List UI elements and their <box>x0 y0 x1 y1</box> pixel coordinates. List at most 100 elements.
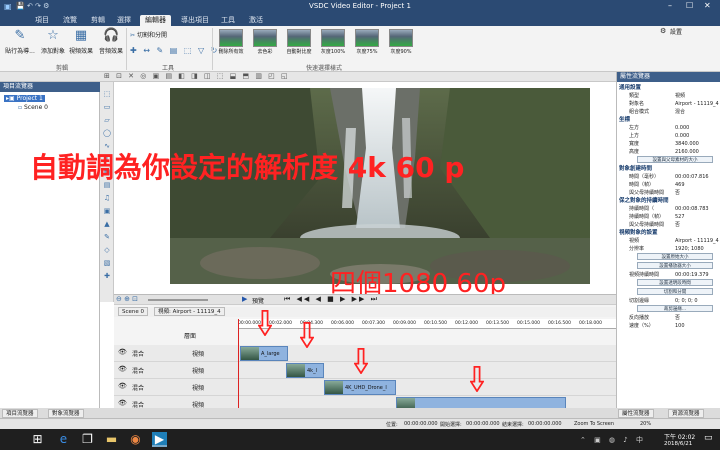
property-value[interactable]: Airport - 11119_4 <box>675 100 719 108</box>
tab-scene[interactable]: Scene 0 <box>118 307 149 316</box>
menu-item-4[interactable]: 編輯器 <box>140 15 171 26</box>
menu-item-3[interactable]: 選擇 <box>112 15 136 26</box>
time-ruler[interactable]: 00:00.000 00:02.000 00:04.300 00:06.000 00:0… <box>238 319 616 329</box>
zoom-icons[interactable]: ⊖ ⊕ ⊡ <box>116 295 138 303</box>
tab-resources[interactable]: 資源流覽器 <box>668 409 704 418</box>
property-row[interactable]: 視頻持續時間 00:00:19.379 <box>619 271 719 279</box>
property-row[interactable]: 與父母持續時間 否 <box>619 221 719 229</box>
property-value[interactable]: 混合 <box>675 108 685 116</box>
property-action-button[interactable]: 裁剪邊緣... <box>637 305 713 312</box>
visibility-eye-icon[interactable]: 👁 <box>118 348 127 356</box>
diamond-icon[interactable]: ◇ <box>103 246 111 254</box>
tool-icons-row[interactable]: ✚ ↔ ✎ ▤ ⬚ ▽ ↻ <box>130 46 219 55</box>
property-value[interactable]: 否 <box>675 189 680 197</box>
property-section-title[interactable]: 視頻對象的設置 <box>619 229 717 237</box>
property-value[interactable]: 100 <box>675 322 685 330</box>
property-value[interactable]: 527 <box>675 213 685 221</box>
maximize-icon[interactable]: ☐ <box>686 1 693 10</box>
playhead[interactable] <box>238 319 239 409</box>
zoom-mode[interactable]: Zoom To Screen <box>574 421 614 427</box>
visibility-eye-icon[interactable]: 👁 <box>118 382 127 390</box>
cut-split-button[interactable]: ✂ 切割和分開 <box>130 30 210 39</box>
property-value[interactable]: 00:00:07.816 <box>675 173 709 181</box>
quick-style-0[interactable]: 刪除所有效 <box>216 29 246 55</box>
quick-style-2[interactable]: 自動對比度 <box>284 29 314 55</box>
visibility-eye-icon[interactable]: 👁 <box>118 399 127 407</box>
rectangle-icon[interactable]: ▭ <box>103 103 111 111</box>
property-section-title[interactable]: 坐標 <box>619 116 717 124</box>
tab-project-explorer[interactable]: 項目流覽器 <box>2 409 38 418</box>
property-row[interactable]: 時間（毫秒） 00:00:07.816 <box>619 173 719 181</box>
video-preview[interactable] <box>170 88 590 284</box>
sprite-icon[interactable]: ▣ <box>103 207 111 215</box>
property-action-button[interactable]: 設置播放器大小 <box>637 262 713 269</box>
property-value[interactable]: Airport - 11119_4 <box>675 237 719 245</box>
video-clip[interactable]: 4K_UHD_Drone_l <box>324 380 396 395</box>
minimize-icon[interactable]: – <box>668 1 672 10</box>
property-value[interactable]: 否 <box>675 221 680 229</box>
audio-effects-button[interactable]: 🎧 音頻效果 <box>96 28 126 55</box>
property-value[interactable]: 視頻 <box>675 92 685 100</box>
tree-item-project[interactable]: ▸▣ Project 1 <box>4 95 45 102</box>
menu-item-6[interactable]: 工具 <box>216 15 240 26</box>
tree-item-scene[interactable]: ▫ Scene 0 <box>18 104 48 111</box>
property-value[interactable]: 否 <box>675 314 680 322</box>
mask-icon[interactable]: ▧ <box>103 259 111 267</box>
property-row[interactable]: 切割邊緣 0; 0; 0; 0 <box>619 297 719 305</box>
property-row[interactable]: 寬度 3840.000 <box>619 140 719 148</box>
property-row[interactable]: 與父母持續時間 否 <box>619 189 719 197</box>
property-action-button[interactable]: 設置原始大小 <box>637 253 713 260</box>
property-row[interactable]: 反向播放 否 <box>619 314 719 322</box>
tab-object-explorer[interactable]: 對象流覽器 <box>48 409 84 418</box>
property-row[interactable]: 類型 視頻 <box>619 92 719 100</box>
notification-icon[interactable]: ▭ <box>704 433 713 443</box>
property-value[interactable]: 0.000 <box>675 124 689 132</box>
property-row[interactable]: 上方 0.000 <box>619 132 719 140</box>
wizard-button[interactable]: ✎ 貼行為導... <box>2 28 38 55</box>
tab-properties[interactable]: 屬性流覽器 <box>618 409 654 418</box>
menu-item-1[interactable]: 流覽 <box>58 15 82 26</box>
video-clip[interactable]: 4k_l <box>286 363 324 378</box>
zoom-percent[interactable]: 20% <box>640 421 651 427</box>
property-row[interactable]: 視頻 Airport - 11119_4 <box>619 237 719 245</box>
add-object-button[interactable]: ☆ 添加對象 <box>38 28 68 55</box>
quick-style-5[interactable]: 灰度90% <box>386 29 416 55</box>
property-value[interactable]: 0.000 <box>675 132 689 140</box>
vsdc-taskbar-icon[interactable]: ▶ <box>152 432 167 447</box>
property-row[interactable]: 時間（幀） 469 <box>619 181 719 189</box>
blend-mode-label[interactable]: 混合 <box>132 383 144 392</box>
edge-icon[interactable]: e <box>56 432 71 447</box>
property-value[interactable]: 0; 0; 0; 0 <box>675 297 698 305</box>
timeline-track[interactable]: 👁 混合 視頻 4K_UHD_Drone_l <box>114 379 616 396</box>
audio-icon[interactable]: ♫ <box>103 194 111 202</box>
property-value[interactable]: 00:00:08.783 <box>675 205 709 213</box>
play-icon[interactable]: ▶ <box>242 295 247 303</box>
property-row[interactable]: 組合模式 混合 <box>619 108 719 116</box>
task-view-icon[interactable]: ❐ <box>80 432 95 447</box>
quick-style-3[interactable]: 灰度100% <box>318 29 348 55</box>
property-action-button[interactable]: 設置與父母素材的大小 <box>637 156 713 163</box>
ellipse-icon[interactable]: ◯ <box>103 129 111 137</box>
property-action-button[interactable]: 切割和分開 <box>637 288 713 295</box>
property-value[interactable]: 2160.000 <box>675 148 699 156</box>
property-action-button[interactable]: 設置透明段時間 <box>637 279 713 286</box>
property-row[interactable]: 持續時間（ 00:00:08.783 <box>619 205 719 213</box>
property-value[interactable]: 3840.000 <box>675 140 699 148</box>
shape-icon[interactable]: ▱ <box>103 116 111 124</box>
property-value[interactable]: 1920; 1080 <box>675 245 704 253</box>
settings-label[interactable]: 設置 <box>670 27 682 36</box>
menu-item-0[interactable]: 項目 <box>30 15 54 26</box>
cursor-icon[interactable]: ⬚ <box>103 90 111 98</box>
blend-mode-label[interactable]: 混合 <box>132 366 144 375</box>
tab-video-object[interactable]: 視頻: Airport - 11119_4 <box>154 307 225 316</box>
property-value[interactable]: 00:00:19.379 <box>675 271 709 279</box>
pen-icon[interactable]: ✎ <box>103 233 111 241</box>
property-row[interactable]: 分辨率 1920; 1080 <box>619 245 719 253</box>
property-section-title[interactable]: 通用設置 <box>619 84 717 92</box>
video-clip[interactable]: A_large <box>240 346 288 361</box>
quick-style-4[interactable]: 灰度75% <box>352 29 382 55</box>
transport-icons[interactable]: ⏮ ◀◀ ◀ ■ ▶ ▶▶ ⏭ <box>284 295 379 304</box>
settings-icon[interactable]: ⚙ <box>660 27 666 35</box>
menu-item-5[interactable]: 導出項目 <box>176 15 214 26</box>
video-effects-button[interactable]: ▦ 視頻效果 <box>66 28 96 55</box>
